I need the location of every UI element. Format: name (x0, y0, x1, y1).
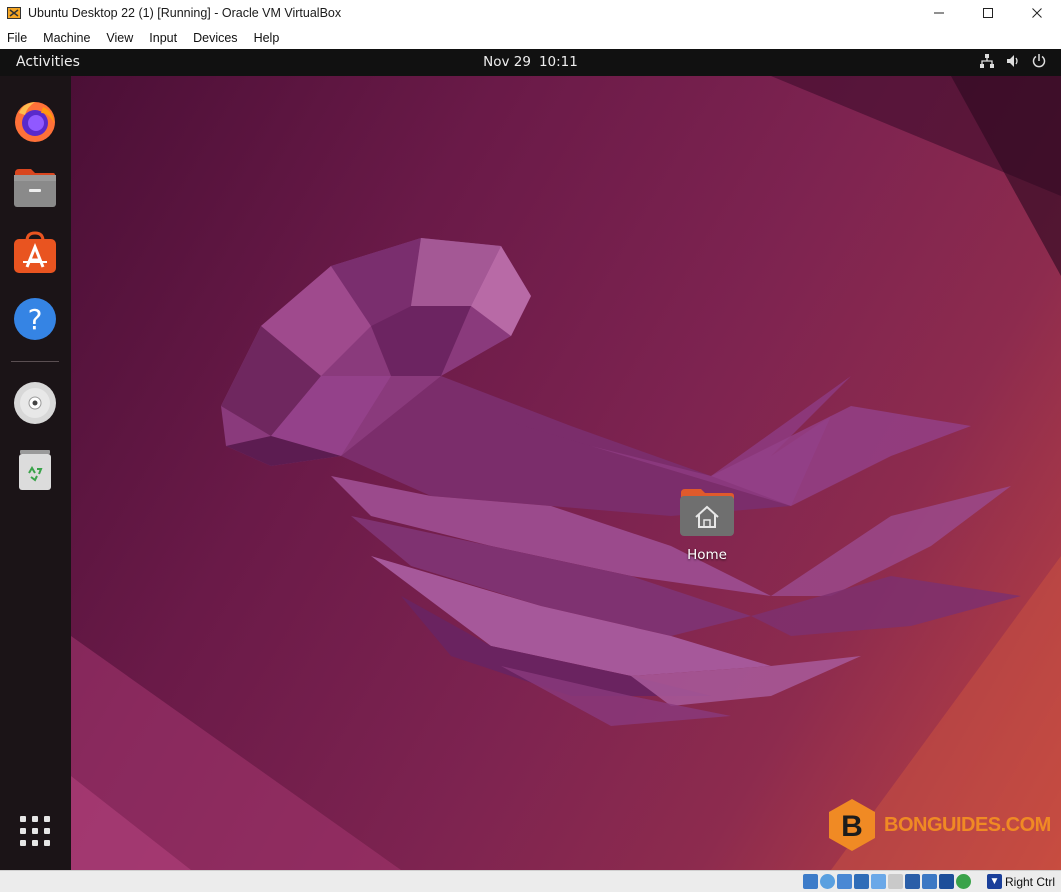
vm-status-bar: ▼ Right Ctrl (0, 870, 1061, 892)
menu-file[interactable]: File (7, 31, 27, 45)
close-button[interactable] (1012, 0, 1061, 26)
home-folder-icon (680, 489, 734, 536)
help-icon: ? (14, 298, 56, 340)
maximize-icon (982, 8, 993, 18)
usb-icon[interactable] (871, 874, 886, 889)
dock: ? (0, 76, 71, 870)
window-title: Ubuntu Desktop 22 (1) [Running] - Oracle… (28, 6, 342, 20)
display-icon[interactable] (905, 874, 920, 889)
desktop-home-label: Home (687, 547, 727, 563)
bonguides-logo: B (829, 799, 875, 851)
dock-files[interactable] (12, 164, 58, 210)
dock-firefox[interactable] (12, 98, 58, 144)
dock-separator (11, 361, 59, 362)
menu-machine[interactable]: Machine (43, 31, 90, 45)
desktop[interactable]: Home B BONGUIDES.COM (71, 76, 1061, 870)
dock-trash[interactable] (12, 446, 58, 492)
window-titlebar: Ubuntu Desktop 22 (1) [Running] - Oracle… (0, 0, 1061, 26)
network-adapter-icon[interactable] (854, 874, 869, 889)
close-icon (1031, 8, 1042, 18)
menu-help[interactable]: Help (254, 31, 280, 45)
svg-text:?: ? (28, 303, 43, 336)
minimize-button[interactable] (914, 0, 963, 26)
bonguides-watermark: B BONGUIDES.COM (828, 798, 1051, 852)
dock-help[interactable]: ? (12, 296, 58, 342)
menu-devices[interactable]: Devices (193, 31, 237, 45)
guest-additions-icon[interactable] (956, 874, 971, 889)
clock-date: Nov 29 (483, 54, 531, 70)
hdd-icon[interactable] (803, 874, 818, 889)
arrow-down-icon: ▼ (986, 874, 1002, 889)
bonguides-text: BONGUIDES.COM (884, 813, 1051, 836)
dock-disc[interactable] (12, 380, 58, 426)
clock-time: 10:11 (538, 54, 578, 70)
trash-icon (19, 450, 51, 490)
recording-icon[interactable] (922, 874, 937, 889)
maximize-button[interactable] (963, 0, 1012, 26)
volume-icon (1007, 55, 1018, 67)
jellyfish-wallpaper (71, 76, 1061, 870)
menu-bar: File Machine View Input Devices Help (0, 27, 1061, 49)
audio-icon[interactable] (837, 874, 852, 889)
show-apps-button[interactable] (12, 808, 58, 854)
system-tray[interactable] (979, 53, 1047, 69)
app-grid-icon (20, 816, 50, 846)
optical-drive-icon[interactable] (820, 874, 835, 889)
files-icon (14, 169, 56, 207)
firefox-icon (15, 102, 55, 142)
clock[interactable]: Nov 29 10:11 (0, 54, 1061, 70)
status-indicators (803, 874, 971, 889)
gnome-top-bar: Activities Nov 29 10:11 (0, 49, 1061, 76)
network-icon (980, 54, 994, 68)
menu-view[interactable]: View (106, 31, 133, 45)
host-key-indicator[interactable]: ▼ Right Ctrl (986, 874, 1055, 889)
svg-text:B: B (841, 810, 863, 843)
menu-input[interactable]: Input (149, 31, 177, 45)
software-icon (14, 231, 56, 273)
virtualbox-icon (7, 7, 21, 19)
dock-software[interactable] (12, 230, 58, 276)
minimize-icon (933, 12, 944, 14)
power-icon (1032, 54, 1046, 68)
shared-folder-icon[interactable] (888, 874, 903, 889)
host-key-label: Right Ctrl (1004, 874, 1055, 889)
disc-icon (14, 382, 56, 424)
virtualization-icon[interactable] (939, 874, 954, 889)
